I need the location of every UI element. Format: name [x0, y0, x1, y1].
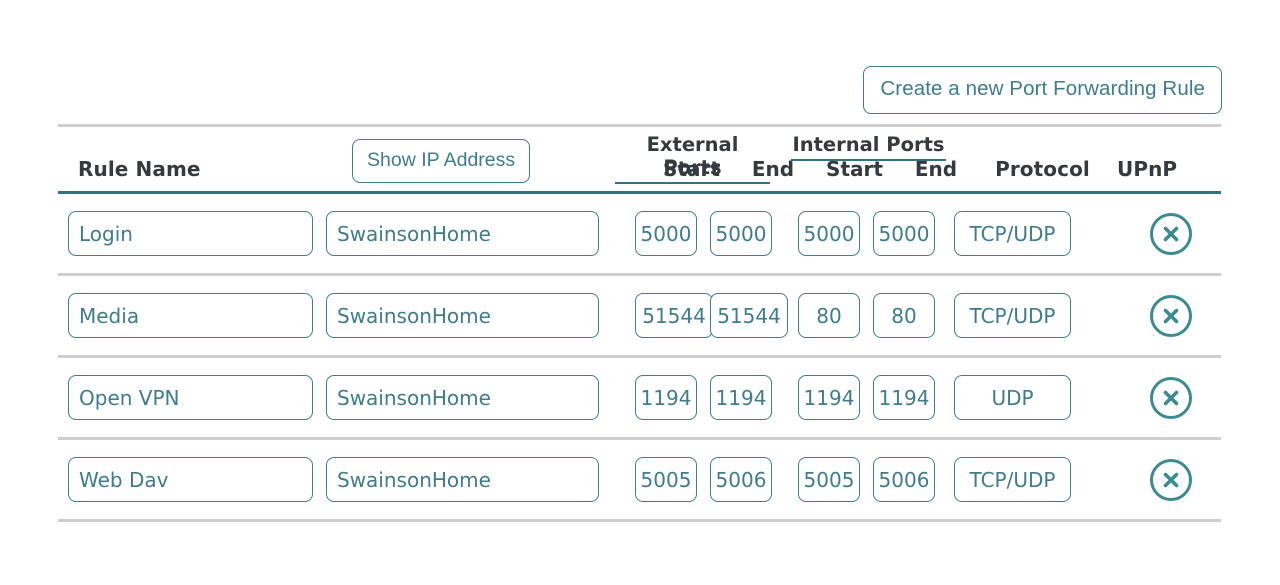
- internal-end-port-input[interactable]: 80: [873, 293, 935, 338]
- protocol-select[interactable]: TCP/UDP: [954, 457, 1071, 502]
- table-row: Login SwainsonHome 5000 5000 5000 5000 TCP/UDP: [58, 194, 1221, 273]
- cell-external-end: 5000: [701, 211, 789, 256]
- internal-start-port-input[interactable]: 5005: [798, 457, 860, 502]
- protocol-select[interactable]: TCP/UDP: [954, 211, 1071, 256]
- row-divider: [58, 519, 1221, 522]
- cell-upnp: [1077, 294, 1243, 337]
- cell-upnp: [1077, 376, 1243, 419]
- circle-x-icon: [1158, 221, 1184, 247]
- table-row: Open VPN SwainsonHome 1194 1194 1194 1194 UDP: [58, 358, 1221, 437]
- cell-upnp: [1077, 458, 1243, 501]
- cell-upnp: [1077, 212, 1243, 255]
- ip-address-input[interactable]: SwainsonHome: [326, 457, 599, 502]
- internal-end-port-input[interactable]: 5006: [873, 457, 935, 502]
- toolbar: Create a new Port Forwarding Rule: [0, 66, 1222, 114]
- rule-name-input[interactable]: Login: [68, 211, 313, 256]
- circle-x-icon: [1158, 385, 1184, 411]
- table-body: Login SwainsonHome 5000 5000 5000 5000 TCP/UDP…: [58, 194, 1221, 522]
- ip-address-input[interactable]: SwainsonHome: [326, 293, 599, 338]
- table-row: Media SwainsonHome 51544 51544 80 80 TCP/UDP: [58, 276, 1221, 355]
- external-start-port-input[interactable]: 5005: [635, 457, 697, 502]
- column-header-upnp: UPnP: [1117, 157, 1178, 181]
- protocol-select[interactable]: UDP: [954, 375, 1071, 420]
- column-group-header-external-ports: External Ports: [615, 133, 770, 184]
- ip-address-input[interactable]: SwainsonHome: [326, 211, 599, 256]
- circle-x-icon: [1158, 303, 1184, 329]
- cell-external-end: 5006: [701, 457, 789, 502]
- cell-internal-end: 80: [864, 293, 952, 338]
- column-header-protocol: Protocol: [995, 157, 1090, 181]
- column-header-rule-name: Rule Name: [78, 157, 201, 181]
- table-row: Web Dav SwainsonHome 5005 5006 5005 5006 TCP/U…: [58, 440, 1221, 519]
- show-ip-address-button[interactable]: Show IP Address: [352, 138, 531, 183]
- external-end-port-input[interactable]: 5000: [710, 211, 772, 256]
- cell-external-start: 5005: [626, 457, 701, 502]
- external-end-port-input[interactable]: 5006: [710, 457, 772, 502]
- cell-internal-end: 5006: [864, 457, 952, 502]
- column-header-internal-end: End: [914, 157, 958, 181]
- cell-rule-name: Login: [58, 211, 324, 256]
- protocol-select[interactable]: TCP/UDP: [954, 293, 1071, 338]
- internal-end-port-input[interactable]: 1194: [873, 375, 935, 420]
- circle-x-icon: [1158, 467, 1184, 493]
- cell-external-start: 5000: [626, 211, 701, 256]
- table-header-row: Rule Name Show IP Address External Ports…: [58, 127, 1221, 191]
- cell-rule-name: Web Dav: [58, 457, 324, 502]
- port-forwarding-table: Rule Name Show IP Address External Ports…: [58, 124, 1221, 522]
- cell-protocol: TCP/UDP: [952, 211, 1077, 256]
- cell-internal-end: 5000: [864, 211, 952, 256]
- internal-start-port-input[interactable]: 5000: [798, 211, 860, 256]
- cell-protocol: TCP/UDP: [952, 457, 1077, 502]
- cell-protocol: UDP: [952, 375, 1077, 420]
- rule-name-input[interactable]: Open VPN: [68, 375, 313, 420]
- cell-ip-address: SwainsonHome: [324, 211, 626, 256]
- internal-start-port-input[interactable]: 80: [798, 293, 860, 338]
- rule-name-input[interactable]: Web Dav: [68, 457, 313, 502]
- cell-rule-name: Media: [58, 293, 324, 338]
- cell-external-end: 1194: [701, 375, 789, 420]
- cell-internal-start: 5000: [789, 211, 864, 256]
- cell-external-start: 1194: [626, 375, 701, 420]
- column-group-header-internal-ports: Internal Ports: [791, 133, 946, 161]
- cell-protocol: TCP/UDP: [952, 293, 1077, 338]
- delete-rule-button[interactable]: [1150, 294, 1192, 337]
- cell-ip-address: SwainsonHome: [324, 457, 626, 502]
- internal-end-port-input[interactable]: 5000: [873, 211, 935, 256]
- external-start-port-input[interactable]: 5000: [635, 211, 697, 256]
- cell-ip-address: SwainsonHome: [324, 293, 626, 338]
- delete-rule-button[interactable]: [1150, 376, 1192, 419]
- cell-external-end: 51544: [701, 293, 789, 338]
- cell-rule-name: Open VPN: [58, 375, 324, 420]
- cell-internal-start: 5005: [789, 457, 864, 502]
- port-forwarding-page: Create a new Port Forwarding Rule Rule N…: [0, 0, 1280, 585]
- cell-external-start: 51544: [626, 293, 713, 338]
- cell-internal-start: 1194: [789, 375, 864, 420]
- delete-rule-button[interactable]: [1150, 458, 1192, 501]
- cell-internal-end: 1194: [864, 375, 952, 420]
- cell-ip-address: SwainsonHome: [324, 375, 626, 420]
- external-end-port-input[interactable]: 1194: [710, 375, 772, 420]
- column-header-ip-address: Show IP Address: [344, 138, 654, 186]
- create-port-forwarding-rule-button[interactable]: Create a new Port Forwarding Rule: [863, 66, 1222, 114]
- delete-rule-button[interactable]: [1150, 212, 1192, 255]
- internal-start-port-input[interactable]: 1194: [798, 375, 860, 420]
- rule-name-input[interactable]: Media: [68, 293, 313, 338]
- cell-internal-start: 80: [789, 293, 864, 338]
- external-end-port-input[interactable]: 51544: [710, 293, 788, 338]
- column-header-internal-start: Start: [826, 157, 883, 181]
- ip-address-input[interactable]: SwainsonHome: [326, 375, 599, 420]
- external-start-port-input[interactable]: 1194: [635, 375, 697, 420]
